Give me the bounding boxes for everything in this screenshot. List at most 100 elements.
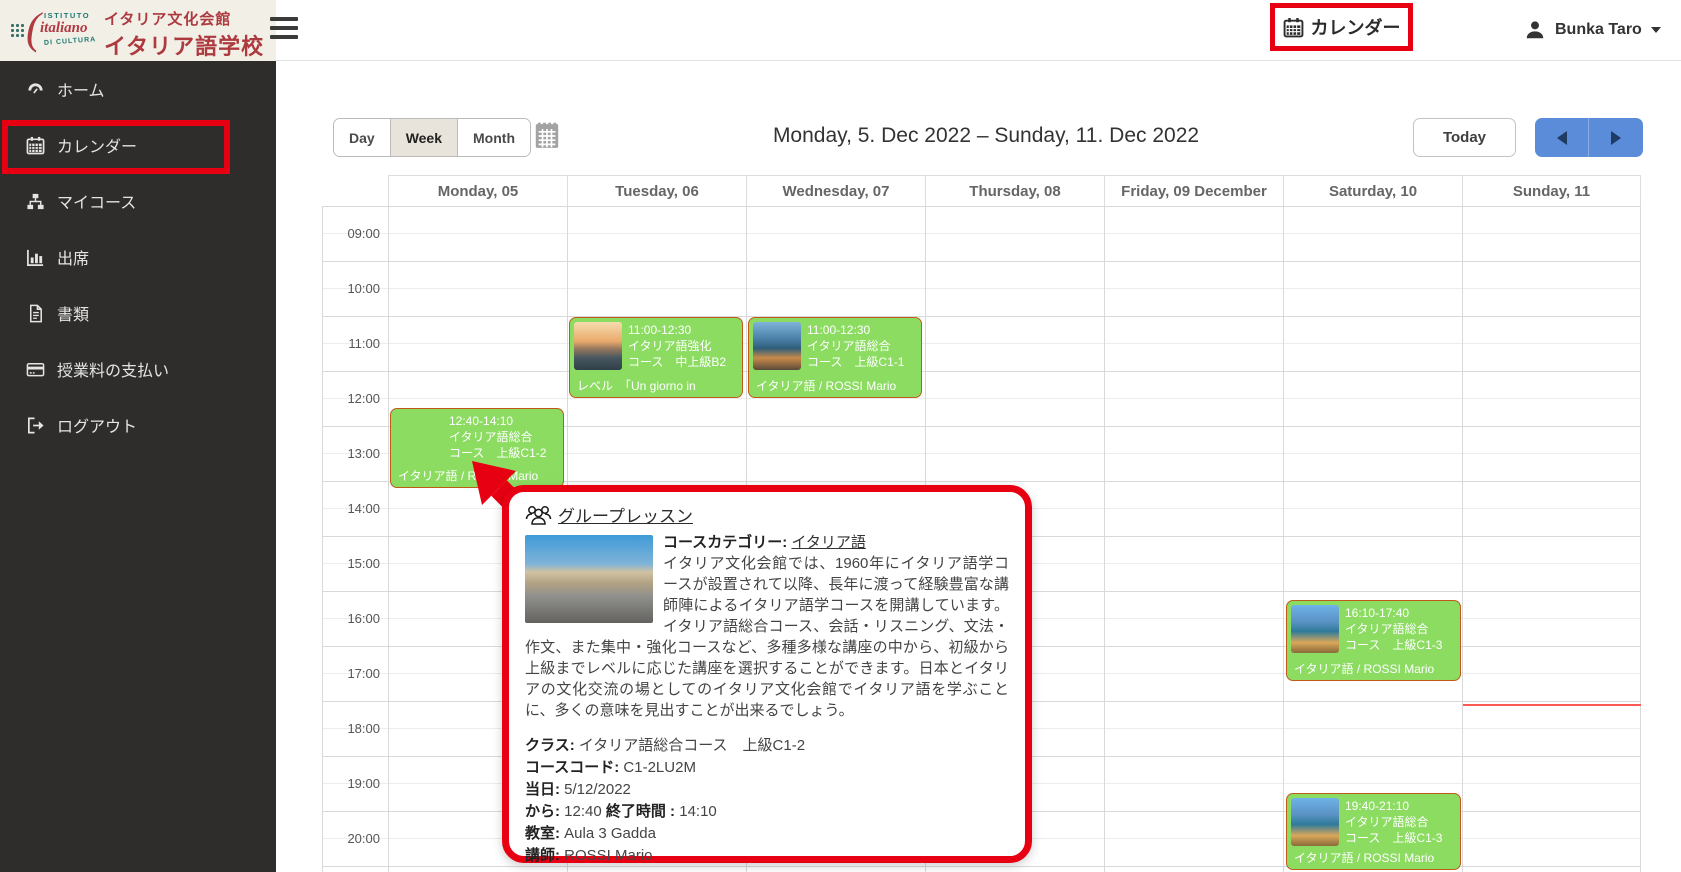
grid-line xyxy=(1640,206,1641,872)
user-menu[interactable]: Bunka Taro xyxy=(1524,14,1661,46)
sidebar-item-tuition-payment[interactable]: 授業料の支払い xyxy=(0,341,276,397)
view-switcher: Day Week Month xyxy=(333,118,531,157)
time-label: 09:00 xyxy=(322,206,380,261)
sidebar-item-label: マイコース xyxy=(57,189,136,213)
detail-time: から: 12:40 終了時間 : 14:10 xyxy=(525,801,1009,823)
view-month-button[interactable]: Month xyxy=(458,119,530,156)
sidebar-nav: ホーム カレンダー マイコース xyxy=(0,61,276,872)
app-window: ( ISTITUTO italiano DI CULTURA イタリア文化会館 … xyxy=(0,0,1681,872)
event-monday-1240[interactable]: 12:40-14:10 イタリア語総合 コース 上級C1-2 イタリア語 / R… xyxy=(390,408,564,488)
sidebar-item-label: ホーム xyxy=(57,77,105,101)
attendance-chart-icon xyxy=(26,248,45,267)
event-time: 11:00-12:30 xyxy=(807,322,917,338)
popup-header: グループレッスン xyxy=(525,502,1009,527)
logo-dot-grid xyxy=(10,23,26,39)
sidebar-item-logout[interactable]: ログアウト xyxy=(0,397,276,453)
week-navigation xyxy=(1535,118,1643,157)
detail-teacher: 講師: ROSSI Mario xyxy=(525,845,1009,867)
sidebar-item-label: 授業料の支払い xyxy=(57,357,169,381)
time-label: 20:00 xyxy=(322,811,380,866)
event-time: 11:00-12:30 xyxy=(628,322,738,338)
calendar-week-title: Monday, 5. Dec 2022 – Sunday, 11. Dec 20… xyxy=(646,124,1326,148)
view-day-button[interactable]: Day xyxy=(334,119,391,156)
popup-body: コースカテゴリー: イタリア語 イタリア文化会館では、1960年にイタリア語学コ… xyxy=(525,532,1009,721)
sidebar-item-documents[interactable]: 書類 xyxy=(0,285,276,341)
current-time-indicator xyxy=(1463,704,1641,706)
time-label: 17:00 xyxy=(322,646,380,701)
time-label: 12:00 xyxy=(322,371,380,426)
next-week-button[interactable] xyxy=(1589,118,1643,157)
logo-italiano-text: italiano xyxy=(40,20,88,37)
event-title-line1: イタリア語強化 xyxy=(628,338,738,354)
event-title-line2: コース 上級C1-3 xyxy=(1345,830,1456,846)
lake-village-photo xyxy=(1291,798,1339,846)
courses-icon xyxy=(26,192,45,211)
today-button[interactable]: Today xyxy=(1413,118,1516,157)
event-title-line1: イタリア語総合 xyxy=(807,338,917,354)
school-name: イタリア文化会館 イタリア語学校 xyxy=(104,8,264,61)
coast-sunset-photo xyxy=(574,322,622,370)
time-label: 15:00 xyxy=(322,536,380,591)
group-lesson-icon xyxy=(525,504,552,526)
event-title-line2: コース 上級C1-2 xyxy=(449,445,559,461)
user-name: Bunka Taro xyxy=(1555,21,1642,39)
event-tuesday-1100[interactable]: 11:00-12:30 イタリア語強化 コース 中上級B2 レベル 「Un gi… xyxy=(569,317,743,398)
event-detail-popup: グループレッスン コースカテゴリー: イタリア語 イタリア文化会館では、1960… xyxy=(502,485,1032,863)
institute-logo-mark: ( ISTITUTO italiano DI CULTURA xyxy=(10,7,98,53)
event-time: 12:40-14:10 xyxy=(449,413,559,429)
event-title-line2: コース 中上級B2 xyxy=(628,354,738,370)
hamburger-menu-icon[interactable] xyxy=(270,17,298,43)
event-teacher: イタリア語 / ROSSI Mario xyxy=(398,467,538,484)
day-header-thursday: Thursday, 08 xyxy=(925,176,1104,206)
sidebar-item-label: 書類 xyxy=(57,301,89,325)
payment-card-icon xyxy=(26,360,45,379)
sidebar-item-label: カレンダー xyxy=(57,133,137,157)
arrow-left-icon xyxy=(1553,130,1571,146)
rome-street-photo xyxy=(395,413,443,461)
day-header-wednesday: Wednesday, 07 xyxy=(746,176,925,206)
course-category-link[interactable]: イタリア語 xyxy=(791,534,865,551)
event-time: 19:40-21:10 xyxy=(1345,798,1456,814)
detail-date: 当日: 5/12/2022 xyxy=(525,779,1009,801)
event-teacher: イタリア語 / ROSSI Mario xyxy=(1294,849,1434,866)
school-name-line1: イタリア文化会館 xyxy=(104,8,264,29)
sidebar-item-my-courses[interactable]: マイコース xyxy=(0,173,276,229)
documents-icon xyxy=(26,304,45,323)
arrow-right-icon xyxy=(1607,130,1625,146)
prev-week-button[interactable] xyxy=(1535,118,1589,157)
course-category-label: コースカテゴリー: xyxy=(663,534,787,551)
event-subtitle: レベル 「Un giorno in xyxy=(577,377,696,394)
event-title-line2: コース 上級C1-1 xyxy=(807,354,917,370)
time-label: 18:00 xyxy=(322,701,380,756)
sidebar-item-label: ログアウト xyxy=(57,413,137,437)
sidebar-item-attendance[interactable]: 出席 xyxy=(0,229,276,285)
sidebar-item-home[interactable]: ホーム xyxy=(0,61,276,117)
cinque-terre-photo xyxy=(753,322,801,370)
grid-line xyxy=(1462,206,1463,872)
event-teacher: イタリア語 / ROSSI Mario xyxy=(1294,660,1434,677)
header-calendar-button[interactable]: カレンダー xyxy=(1270,3,1413,51)
event-time: 16:10-17:40 xyxy=(1345,605,1456,621)
event-title-line1: イタリア語総合 xyxy=(1345,814,1456,830)
view-week-button[interactable]: Week xyxy=(391,119,458,156)
event-saturday-1610[interactable]: 16:10-17:40 イタリア語総合 コース 上級C1-3 イタリア語 / R… xyxy=(1286,600,1461,681)
top-bar: ( ISTITUTO italiano DI CULTURA イタリア文化会館 … xyxy=(0,0,1681,61)
event-wednesday-1100[interactable]: 11:00-12:30 イタリア語総合 コース 上級C1-1 イタリア語 / R… xyxy=(748,317,922,398)
date-picker-calendar-icon[interactable] xyxy=(533,121,561,151)
detail-class: クラス: イタリア語総合コース 上級C1-2 xyxy=(525,735,1009,757)
grid-line xyxy=(1104,206,1105,872)
group-lesson-link[interactable]: グループレッスン xyxy=(558,502,693,527)
calendar-icon xyxy=(1283,17,1304,38)
sidebar-item-calendar[interactable]: カレンダー xyxy=(0,117,276,173)
event-saturday-1940[interactable]: 19:40-21:10 イタリア語総合 コース 上級C1-3 イタリア語 / R… xyxy=(1286,793,1461,870)
time-label: 19:00 xyxy=(322,756,380,811)
user-icon xyxy=(1524,19,1546,41)
calendar-icon xyxy=(26,136,45,155)
event-title-line2: コース 上級C1-3 xyxy=(1345,637,1456,653)
day-header-monday: Monday, 05 xyxy=(388,176,567,206)
time-label: 10:00 xyxy=(322,261,380,316)
day-header-tuesday: Tuesday, 06 xyxy=(567,176,746,206)
popup-details: クラス: イタリア語総合コース 上級C1-2 コースコード: C1-2LU2M … xyxy=(525,735,1009,867)
grid-line xyxy=(388,206,389,872)
lake-village-photo xyxy=(1291,605,1339,653)
